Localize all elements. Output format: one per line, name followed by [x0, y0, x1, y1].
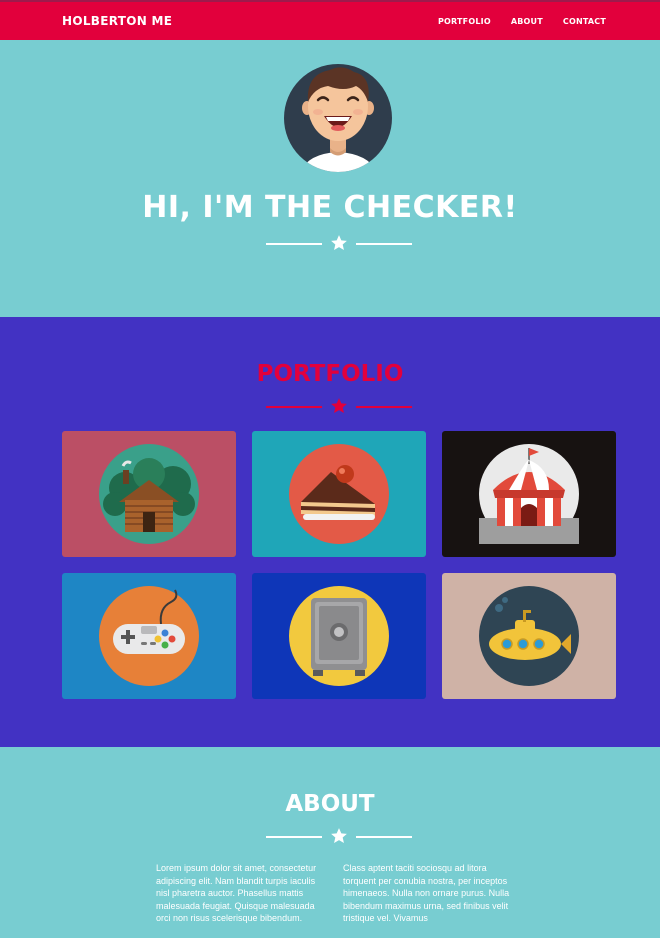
star-icon [331, 398, 347, 414]
cake-slice-icon [289, 444, 389, 544]
brand-logo[interactable]: HOLBERTON ME [62, 14, 172, 28]
submarine-icon [479, 586, 579, 686]
navbar: HOLBERTON ME PORTFOLIO ABOUT CONTACT [0, 0, 660, 40]
hero-title: HI, I'M THE CHECKER! [142, 190, 518, 225]
log-cabin-icon [99, 444, 199, 544]
game-controller-icon [99, 586, 199, 686]
portfolio-item-cake[interactable] [252, 431, 426, 557]
star-icon [331, 828, 347, 844]
portfolio-title: PORTFOLIO [256, 361, 404, 387]
nav-links: PORTFOLIO ABOUT CONTACT [438, 17, 606, 26]
nav-link-about[interactable]: ABOUT [511, 17, 543, 26]
portfolio-item-controller[interactable] [62, 573, 236, 699]
about-section: ABOUT Lorem ipsum dolor sit amet, consec… [0, 747, 660, 938]
portfolio-grid [62, 431, 616, 699]
safe-icon [289, 586, 389, 686]
hero-section: HI, I'M THE CHECKER! [0, 40, 660, 317]
portfolio-item-circus[interactable] [442, 431, 616, 557]
about-text-right: Class aptent taciti sociosqu ad litora t… [343, 863, 510, 923]
portfolio-section: PORTFOLIO [0, 317, 660, 747]
portfolio-item-cabin[interactable] [62, 431, 236, 557]
circus-tent-icon [479, 444, 579, 544]
about-divider [266, 827, 412, 847]
smiling-person-avatar-icon [284, 64, 392, 172]
portfolio-item-safe[interactable] [252, 573, 426, 699]
about-text-left: Lorem ipsum dolor sit amet, consectetur … [156, 863, 317, 923]
about-columns: Lorem ipsum dolor sit amet, consectetur … [156, 862, 516, 925]
hero-divider [266, 234, 412, 254]
portfolio-divider [266, 397, 412, 417]
star-icon [331, 235, 347, 251]
nav-link-contact[interactable]: CONTACT [563, 17, 606, 26]
nav-link-portfolio[interactable]: PORTFOLIO [438, 17, 491, 26]
portfolio-item-submarine[interactable] [442, 573, 616, 699]
about-title: ABOUT [285, 791, 375, 817]
